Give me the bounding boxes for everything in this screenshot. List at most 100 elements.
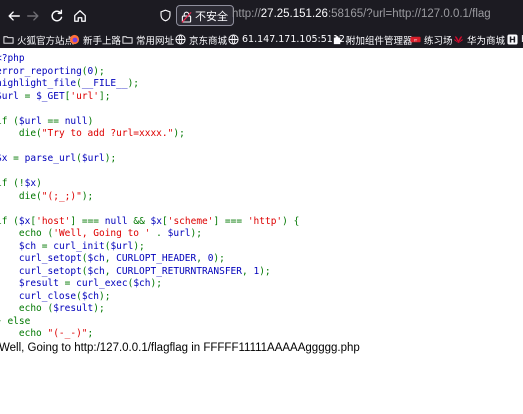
bookmark-label: 新手上路 bbox=[83, 35, 122, 47]
folder-icon bbox=[3, 34, 14, 45]
code-token: $ch bbox=[87, 253, 105, 264]
code-token: } else bbox=[0, 315, 31, 327]
code-token: error_reporting bbox=[0, 65, 82, 77]
code-token: $url bbox=[81, 153, 105, 164]
bookmark-label: 附加组件管理器 bbox=[346, 35, 413, 47]
code-line: } else bbox=[0, 316, 299, 329]
code-token: ); bbox=[259, 265, 271, 277]
code-line: die("(;_;)"); bbox=[0, 191, 299, 204]
home-icon[interactable] bbox=[68, 4, 92, 28]
code-token: $url bbox=[0, 90, 19, 102]
code-token: = bbox=[41, 240, 54, 252]
bookmark-item[interactable]: 京东商城 bbox=[175, 31, 227, 48]
code-token: $x bbox=[150, 215, 162, 227]
code-token: "Try to add ?url=xxxx." bbox=[41, 128, 174, 139]
code-token: 'url' bbox=[70, 90, 100, 102]
bookmark-item[interactable]: IT 练习场 bbox=[410, 31, 453, 48]
code-token: highlight_file bbox=[0, 78, 77, 89]
code-token: 'scheme' bbox=[167, 215, 214, 227]
bookmark-item[interactable]: H H bbox=[507, 31, 523, 48]
code-token: <?php bbox=[0, 53, 25, 64]
code-token: (! bbox=[13, 178, 25, 189]
addons-icon bbox=[332, 34, 343, 45]
connection-not-secure-indicator[interactable]: 不安全 bbox=[176, 5, 234, 26]
url-path-query: :58165/?url=http://127.0.0.1/flag bbox=[327, 8, 491, 20]
code-token: ]; bbox=[99, 90, 111, 102]
code-token: 'http' bbox=[247, 215, 283, 227]
code-token: if bbox=[0, 215, 8, 227]
code-token: $url bbox=[167, 228, 191, 239]
bookmark-label: 京东商城 bbox=[189, 35, 228, 47]
code-token: ) { bbox=[282, 215, 300, 227]
code-token: $x bbox=[0, 153, 8, 164]
highlighted-php-source: <?php error_reporting(0);highlight_file(_… bbox=[0, 53, 299, 341]
code-line: die("Try to add ?url=xxxx."); bbox=[0, 128, 299, 141]
code-token: __FILE__ bbox=[81, 78, 128, 89]
code-token: 'Well, Going to ' bbox=[53, 228, 157, 239]
bookmark-label: 华为商城 bbox=[467, 35, 506, 47]
code-token: ] === bbox=[70, 215, 105, 227]
not-secure-label: 不安全 bbox=[195, 9, 228, 23]
code-token: parse_url bbox=[24, 153, 77, 164]
code-token: die bbox=[0, 190, 37, 202]
code-token: null bbox=[64, 115, 88, 127]
url-text[interactable]: http://27.25.151.26:58165/?url=http://12… bbox=[232, 8, 491, 20]
globe-icon bbox=[175, 34, 186, 45]
code-token: ] === bbox=[213, 215, 248, 227]
code-token: die bbox=[0, 128, 37, 139]
code-token: , bbox=[104, 265, 117, 277]
code-token: ); bbox=[93, 303, 105, 314]
bookmark-label: 练习场 bbox=[424, 35, 453, 47]
code-token: ); bbox=[150, 278, 162, 289]
code-token: 'host' bbox=[36, 215, 71, 227]
code-line: curl_close($ch); bbox=[0, 291, 299, 304]
bookmark-label: 常用网址 bbox=[136, 35, 175, 47]
url-scheme: http:// bbox=[232, 8, 261, 20]
bookmarks-bar: 火狐官方站点 新手上路 常用网址 京东商城 61.147.171.105:511… bbox=[0, 31, 523, 48]
code-token: curl_setopt bbox=[0, 253, 82, 264]
code-token: $ch bbox=[0, 240, 42, 252]
folder-icon bbox=[122, 34, 133, 45]
forward-arrow-icon[interactable] bbox=[21, 4, 45, 28]
code-token: null bbox=[104, 215, 134, 227]
bookmark-item[interactable]: 附加组件管理器 bbox=[332, 31, 413, 48]
code-token: curl_exec bbox=[76, 278, 128, 289]
code-token: = bbox=[64, 278, 77, 289]
address-bar[interactable]: 不安全 http://27.25.151.26:58165/?url=http:… bbox=[152, 4, 523, 27]
code-token: ) bbox=[87, 115, 94, 127]
code-token: && bbox=[133, 215, 151, 227]
code-token: == bbox=[47, 115, 65, 127]
code-token: , bbox=[196, 253, 208, 264]
code-token: = bbox=[13, 153, 25, 164]
code-line: <?php bbox=[0, 53, 299, 66]
code-token: ); bbox=[81, 190, 94, 202]
code-line: if ($x['host'] === null && $x['scheme'] … bbox=[0, 216, 299, 229]
bookmark-item[interactable]: 新手上路 bbox=[69, 31, 121, 48]
code-token: ; bbox=[87, 328, 94, 339]
code-token: , bbox=[104, 253, 117, 264]
bookmark-item[interactable]: 火狐官方站点 bbox=[3, 31, 74, 48]
code-token: ); bbox=[127, 78, 140, 89]
code-token: $ch bbox=[133, 278, 151, 289]
code-line: if ($url == null) bbox=[0, 116, 299, 129]
code-token: ); bbox=[98, 290, 111, 302]
bookmark-item[interactable]: 华为商城 bbox=[453, 31, 505, 48]
code-token: if bbox=[0, 115, 8, 127]
code-token: $x bbox=[24, 178, 37, 189]
code-token: ); bbox=[133, 240, 145, 252]
page-output-text: Well, Going to http:/127.0.0.1/flagflag … bbox=[0, 342, 360, 354]
code-token: echo bbox=[0, 303, 48, 314]
code-token: , bbox=[242, 265, 254, 277]
bookmark-label: 火狐官方站点 bbox=[17, 35, 75, 47]
tracking-shield-icon[interactable] bbox=[159, 9, 172, 22]
code-line: echo ($result); bbox=[0, 303, 299, 316]
code-token: $result bbox=[0, 278, 65, 289]
code-line: curl_setopt($ch, CURLOPT_RETURNTRANSFER,… bbox=[0, 266, 299, 279]
bookmark-item[interactable]: 常用网址 bbox=[122, 31, 174, 48]
reload-icon[interactable] bbox=[45, 4, 69, 28]
firefox-icon bbox=[69, 34, 80, 45]
